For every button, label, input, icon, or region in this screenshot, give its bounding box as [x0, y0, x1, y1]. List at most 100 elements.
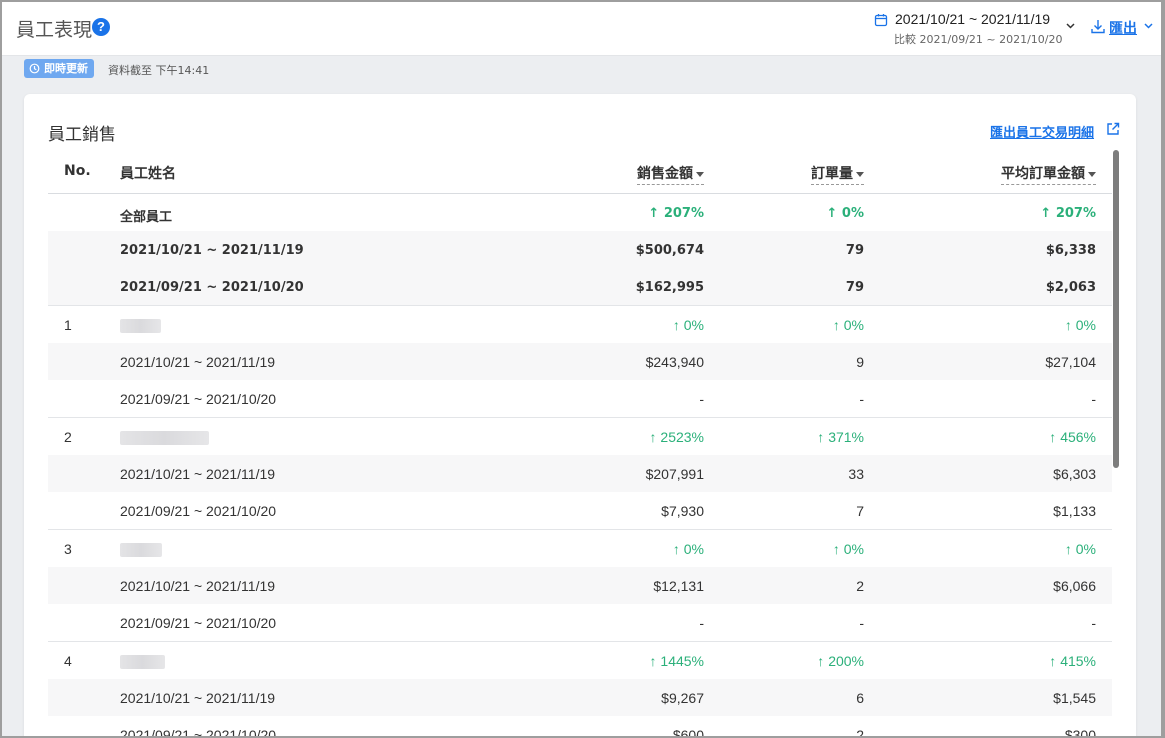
sort-sales-header[interactable]: 銷售金額 [637, 163, 704, 185]
caret-down-icon [856, 171, 864, 177]
card-title: 員工銷售 [48, 125, 116, 145]
header-name: 員工姓名 [120, 166, 176, 182]
change-orders: 200% [817, 653, 864, 669]
redacted-name [120, 543, 162, 557]
employee-no: 1 [64, 317, 72, 333]
employee-no: 3 [64, 541, 72, 557]
app-frame: 員工表現 ? 2021/10/21 ~ 2021/11/19 比較 2021/0… [2, 2, 1161, 736]
sales-value: $243,940 [645, 354, 704, 370]
data-as-of: 資料截至 下午14:41 [108, 64, 210, 77]
table-row: 3 0% 0% 0% [48, 530, 1112, 567]
sales-value: $9,267 [661, 690, 704, 706]
table-header: No. 員工姓名 銷售金額 訂單量 平均訂單金額 [48, 150, 1112, 194]
help-icon[interactable]: ? [92, 18, 110, 36]
change-sales: 0% [673, 317, 704, 333]
table-row: 2021/09/21 ~ 2021/10/20 $7,930 7 $1,133 [48, 492, 1112, 529]
employee-sales-card: 員工銷售 匯出員工交易明細 No. 員工姓名 銷售金額 訂單量 平均訂單金額 全… [24, 94, 1136, 736]
avg-value: $300 [1064, 727, 1096, 736]
table-row: 2021/10/21 ~ 2021/11/19 $207,991 33 $6,3… [48, 455, 1112, 492]
orders-value: - [859, 391, 864, 407]
chevron-down-icon [1066, 23, 1075, 29]
orders-value: 79 [845, 280, 864, 295]
table-row: 1 0% 0% 0% [48, 306, 1112, 343]
sales-value: $600 [672, 727, 704, 736]
export-label: 匯出 [1109, 21, 1137, 37]
external-link-icon[interactable] [1106, 122, 1120, 136]
table-scrollbar[interactable] [1113, 150, 1119, 468]
orders-value: 2 [856, 578, 864, 594]
period: 2021/09/21 ~ 2021/10/20 [120, 503, 277, 519]
sales-value: $12,131 [653, 578, 704, 594]
orders-value: 79 [845, 243, 864, 258]
employee-group: 4 1445% 200% 415% 2021/10/21 ~ 2021/11/1… [48, 642, 1112, 736]
change-orders: 371% [817, 429, 864, 445]
change-avg: 0% [1065, 317, 1096, 333]
table-row: 2021/09/21 ~ 2021/10/20 $600 2 $300 [48, 716, 1112, 736]
orders-value: 2 [856, 727, 864, 736]
sales-value: $162,995 [635, 280, 704, 295]
orders-value: 7 [856, 503, 864, 519]
table-row: 2021/10/21 ~ 2021/11/19 $243,940 9 $27,1… [48, 343, 1112, 380]
table-row: 2021/09/21 ~ 2021/10/20 - - - [48, 604, 1112, 641]
employee-no: 4 [64, 653, 72, 669]
period: 2021/10/21 ~ 2021/11/19 [120, 578, 276, 594]
date-range-value: 2021/10/21 ~ 2021/11/19 [895, 11, 1051, 27]
header-orders-label: 訂單量 [811, 166, 853, 182]
orders-value: 9 [856, 354, 864, 370]
table-row: 2021/10/21 ~ 2021/11/19 $9,267 6 $1,545 [48, 679, 1112, 716]
change-avg: 415% [1049, 653, 1096, 669]
summary-group: 全部員工 207% 0% 207% 2021/10/21 ~ 2021/11/1… [48, 194, 1112, 306]
table-row: 4 1445% 200% 415% [48, 642, 1112, 679]
employee-no: 2 [64, 429, 72, 445]
compare-range-value: 比較 2021/09/21 ~ 2021/10/20 [894, 33, 1063, 46]
sales-value: $207,991 [645, 466, 704, 482]
page-title: 員工表現 [16, 19, 93, 41]
change-sales: 1445% [650, 653, 704, 669]
avg-value: $6,303 [1053, 466, 1096, 482]
employee-group: 3 0% 0% 0% 2021/10/21 ~ 2021/11/19 $12,1… [48, 530, 1112, 642]
table-row: 全部員工 207% 0% 207% [48, 194, 1112, 231]
period: 2021/10/21 ~ 2021/11/19 [120, 243, 304, 258]
sort-avg-header[interactable]: 平均訂單金額 [1001, 163, 1096, 185]
redacted-name [120, 319, 161, 333]
period: 2021/10/21 ~ 2021/11/19 [120, 466, 276, 482]
sales-value: - [699, 391, 704, 407]
redacted-name [120, 431, 209, 445]
table-row: 2 2523% 371% 456% [48, 418, 1112, 455]
change-sales: 2523% [650, 429, 704, 445]
change-sales: 0% [673, 541, 704, 557]
avg-value: $6,338 [1045, 243, 1096, 258]
sales-value: $7,930 [661, 503, 704, 519]
caret-down-icon [1088, 171, 1096, 177]
table-row: 2021/10/21 ~ 2021/11/19 $12,131 2 $6,066 [48, 567, 1112, 604]
export-transaction-detail-link[interactable]: 匯出員工交易明細 [990, 122, 1094, 141]
change-orders: 0% [827, 206, 864, 221]
period: 2021/09/21 ~ 2021/10/20 [120, 615, 277, 631]
avg-value: $2,063 [1045, 280, 1096, 295]
top-bar: 員工表現 ? 2021/10/21 ~ 2021/11/19 比較 2021/0… [2, 2, 1161, 56]
employee-group: 2 2523% 371% 456% 2021/10/21 ~ 2021/11/1… [48, 418, 1112, 530]
sales-value: - [699, 615, 704, 631]
change-sales: 207% [648, 206, 704, 221]
redacted-name [120, 655, 165, 669]
period: 2021/09/21 ~ 2021/10/20 [120, 727, 277, 736]
summary-name: 全部員工 [120, 210, 173, 225]
table-row: 2021/09/21 ~ 2021/10/20 $162,995 79 $2,0… [48, 268, 1112, 305]
employee-group: 1 0% 0% 0% 2021/10/21 ~ 2021/11/19 $243,… [48, 306, 1112, 418]
header-no: No. [64, 163, 91, 179]
change-avg: 456% [1049, 429, 1096, 445]
table-row: 2021/10/21 ~ 2021/11/19 $500,674 79 $6,3… [48, 231, 1112, 268]
change-orders: 0% [833, 541, 864, 557]
avg-value: $27,104 [1045, 354, 1096, 370]
change-avg: 0% [1065, 541, 1096, 557]
live-update-label: 即時更新 [44, 62, 88, 75]
sort-orders-header[interactable]: 訂單量 [811, 163, 864, 185]
change-orders: 0% [833, 317, 864, 333]
avg-value: $1,545 [1053, 690, 1096, 706]
orders-value: 6 [856, 690, 864, 706]
live-update-badge[interactable]: 即時更新 [24, 59, 94, 78]
chevron-down-icon [1144, 23, 1153, 29]
avg-value: - [1091, 615, 1096, 631]
avg-value: $6,066 [1053, 578, 1096, 594]
avg-value: $1,133 [1053, 503, 1096, 519]
